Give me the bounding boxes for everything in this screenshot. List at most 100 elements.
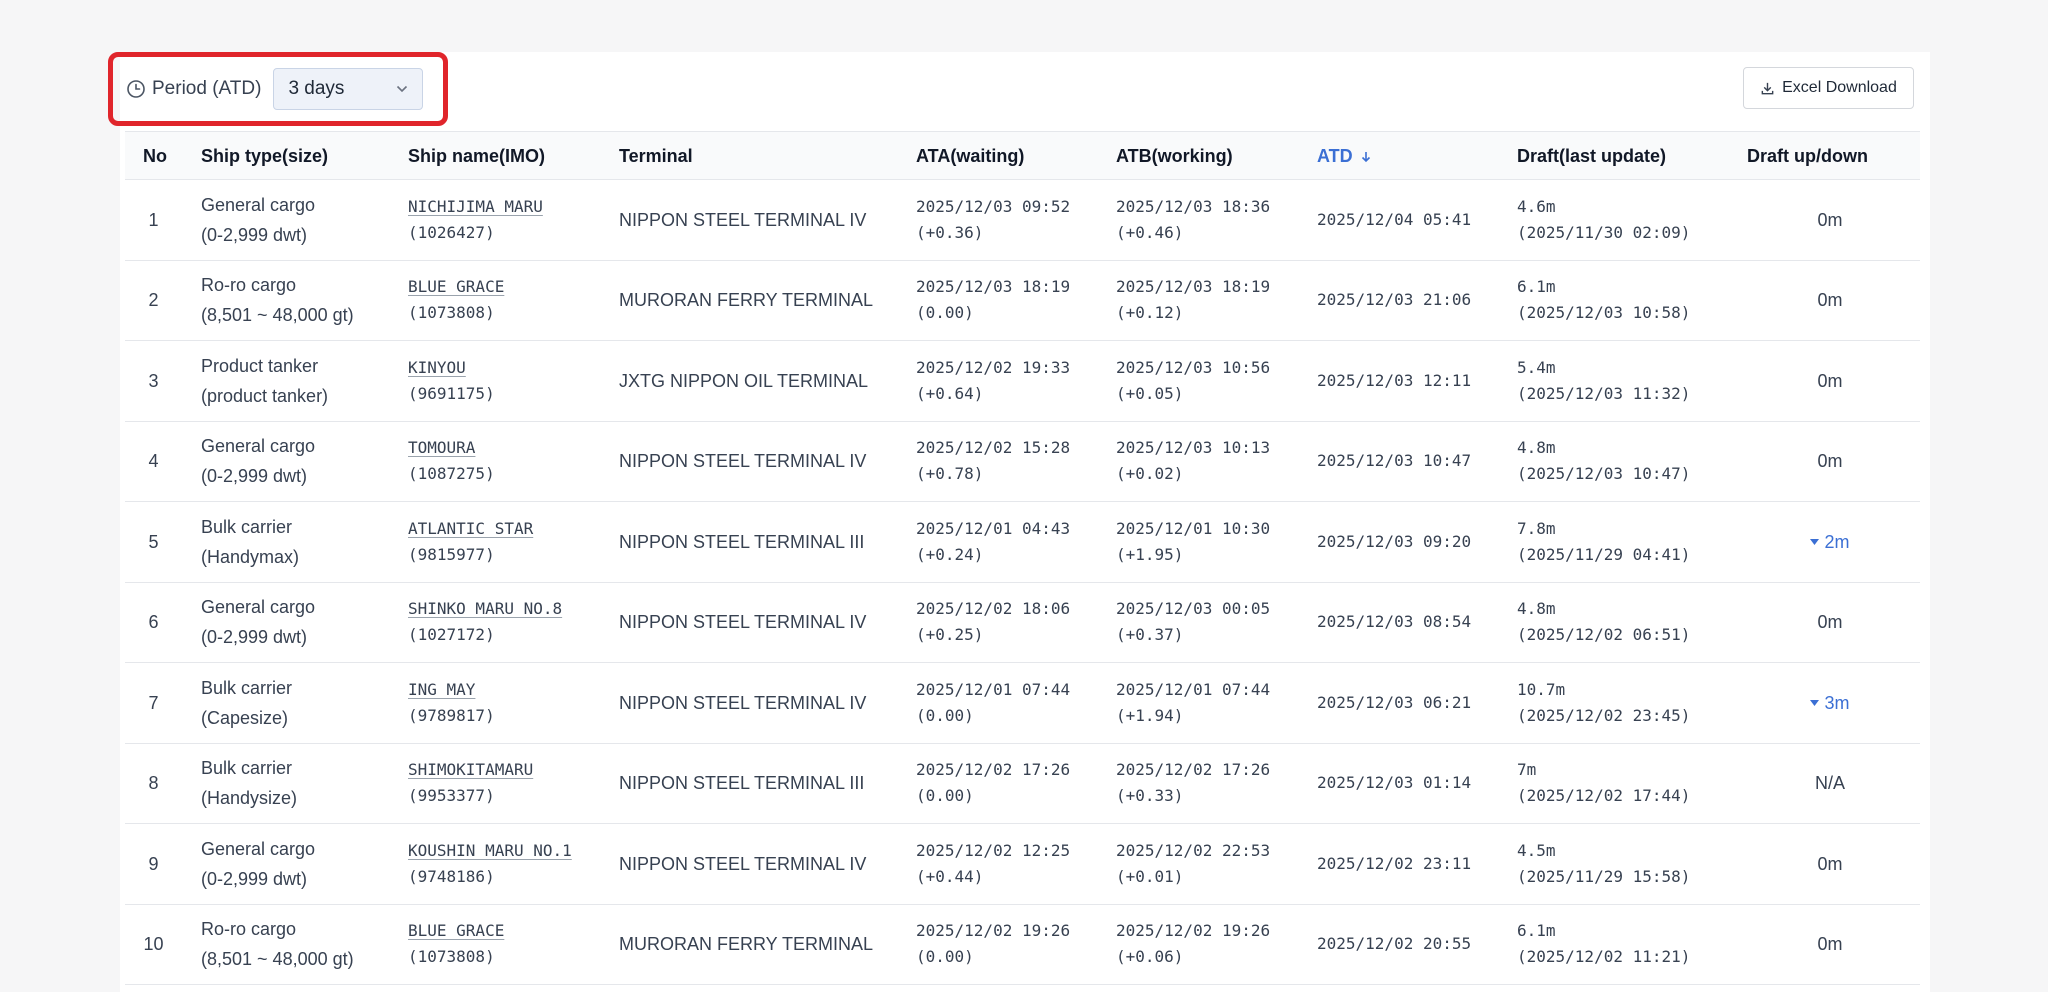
row-no: 6 — [125, 583, 182, 663]
caret-down-icon — [1810, 538, 1820, 545]
ship-name-link[interactable]: BLUE GRACE — [408, 918, 608, 944]
period-label: Period (ATD) — [152, 78, 262, 99]
ship-size: (8,501 ~ 48,000 gt) — [201, 949, 354, 970]
atb-time: 2025/12/03 18:19 — [1116, 277, 1271, 297]
ship-name-cell: KINYOU (9691175) — [408, 341, 608, 421]
draft-cell: 6.1m (2025/12/02 11:21) — [1517, 905, 1747, 985]
ship-name-link[interactable]: ING MAY — [408, 677, 608, 703]
ship-type-cell: General cargo (0-2,999 dwt) — [201, 422, 401, 502]
ship-name-link[interactable]: SHINKO MARU NO.8 — [408, 596, 608, 622]
ship-size: (Handymax) — [201, 546, 300, 567]
col-terminal: Terminal — [619, 146, 693, 166]
draft-last-update: (2025/12/02 06:51) — [1517, 625, 1691, 645]
atb-working: (+0.33) — [1116, 786, 1184, 806]
atb-cell: 2025/12/03 00:05 (+0.37) — [1116, 583, 1311, 663]
draft-last-update: (2025/11/30 02:09) — [1517, 222, 1691, 242]
ata-time: 2025/12/01 04:43 — [916, 518, 1071, 538]
draft-value: 4.6m — [1517, 196, 1556, 216]
period-select[interactable]: 3 days — [273, 68, 424, 110]
ship-name-link[interactable]: TOMOURA — [408, 435, 608, 461]
ata-waiting: (0.00) — [916, 705, 974, 725]
draft-updown-value: 0m — [1817, 451, 1843, 472]
terminal-name: NIPPON STEEL TERMINAL IV — [619, 451, 867, 472]
draft-updown-value: 0m — [1817, 370, 1843, 391]
ship-name-link[interactable]: NICHIJIMA MARU — [408, 194, 608, 220]
table-row: 7 Bulk carrier (Capesize) ING MAY (9789817) N… — [125, 663, 1920, 744]
terminal-cell: NIPPON STEEL TERMINAL IV — [619, 422, 909, 502]
atb-cell: 2025/12/03 10:56 (+0.05) — [1116, 341, 1311, 421]
ship-type-cell: Ro-ro cargo (8,501 ~ 48,000 gt) — [201, 261, 401, 341]
atb-cell: 2025/12/02 19:26 (+0.06) — [1116, 905, 1311, 985]
clock-icon — [127, 80, 145, 98]
atb-time: 2025/12/02 22:53 — [1116, 840, 1271, 860]
draft-updown-value: 2m — [1824, 531, 1850, 552]
row-number: 3 — [148, 370, 159, 391]
terminal-name: NIPPON STEEL TERMINAL III — [619, 531, 865, 552]
ata-time: 2025/12/02 17:26 — [916, 760, 1071, 780]
atb-cell: 2025/12/03 10:13 (+0.02) — [1116, 422, 1311, 502]
ship-size: (product tanker) — [201, 385, 329, 406]
ship-name-cell: ATLANTIC STAR (9815977) — [408, 502, 608, 582]
atb-working: (+0.46) — [1116, 222, 1184, 242]
ship-imo: (1073808) — [408, 947, 495, 967]
atd-cell: 2025/12/02 23:11 — [1317, 824, 1512, 904]
table-header: No Ship type(size) Ship name(IMO) Termin… — [125, 131, 1920, 180]
ship-name-link[interactable]: ATLANTIC STAR — [408, 516, 608, 542]
ata-cell: 2025/12/02 15:28 (+0.78) — [916, 422, 1111, 502]
draft-cell: 4.8m (2025/12/03 10:47) — [1517, 422, 1747, 502]
ship-type-cell: Bulk carrier (Capesize) — [201, 663, 401, 743]
row-no: 10 — [125, 905, 182, 985]
ata-waiting: (+0.25) — [916, 625, 984, 645]
atb-time: 2025/12/03 00:05 — [1116, 599, 1271, 619]
row-no: 1 — [125, 180, 182, 260]
chevron-down-icon — [397, 85, 408, 93]
row-no: 8 — [125, 744, 182, 824]
atb-cell: 2025/12/01 10:30 (+1.95) — [1116, 502, 1311, 582]
ship-name-cell: ING MAY (9789817) — [408, 663, 608, 743]
ship-name-link[interactable]: KOUSHIN MARU NO.1 — [408, 838, 608, 864]
ship-type-cell: Product tanker (product tanker) — [201, 341, 401, 421]
atb-time: 2025/12/03 10:56 — [1116, 357, 1271, 377]
draft-value: 6.1m — [1517, 277, 1556, 297]
draft-value: 6.1m — [1517, 921, 1556, 941]
ata-time: 2025/12/03 09:52 — [916, 196, 1071, 216]
terminal-name: JXTG NIPPON OIL TERMINAL — [619, 370, 869, 391]
ship-name-cell: TOMOURA (1087275) — [408, 422, 608, 502]
atd-time: 2025/12/03 06:21 — [1317, 692, 1472, 712]
col-draft-updown: Draft up/down — [1747, 146, 1868, 166]
terminal-name: NIPPON STEEL TERMINAL IV — [619, 209, 867, 230]
ship-imo: (1027172) — [408, 625, 495, 645]
ship-name-cell: SHIMOKITAMARU (9953377) — [408, 744, 608, 824]
ship-type: Ro-ro cargo — [201, 275, 297, 296]
draft-cell: 7.8m (2025/11/29 04:41) — [1517, 502, 1747, 582]
ship-name-link[interactable]: KINYOU — [408, 355, 608, 381]
atd-time: 2025/12/03 10:47 — [1317, 451, 1472, 471]
ship-name-link[interactable]: SHIMOKITAMARU — [408, 757, 608, 783]
excel-download-button[interactable]: Excel Download — [1743, 67, 1914, 109]
table-row: 3 Product tanker (product tanker) KINYOU (96… — [125, 341, 1920, 422]
terminal-cell: NIPPON STEEL TERMINAL IV — [619, 583, 909, 663]
ship-type: General cargo — [201, 436, 316, 457]
atb-cell: 2025/12/01 07:44 (+1.94) — [1116, 663, 1311, 743]
table-row: 8 Bulk carrier (Handysize) SHIMOKITAMARU (99… — [125, 744, 1920, 824]
atd-cell: 2025/12/03 06:21 — [1317, 663, 1512, 743]
row-no: 3 — [125, 341, 182, 421]
ship-type-cell: Bulk carrier (Handymax) — [201, 502, 401, 582]
draft-updown-cell: 3m — [1755, 663, 1905, 743]
ship-name-link[interactable]: BLUE GRACE — [408, 274, 608, 300]
ship-type: General cargo — [201, 194, 316, 215]
ata-waiting: (+0.44) — [916, 866, 984, 886]
terminal-cell: MURORAN FERRY TERMINAL — [619, 261, 909, 341]
terminal-cell: NIPPON STEEL TERMINAL III — [619, 744, 909, 824]
terminal-cell: MURORAN FERRY TERMINAL — [619, 905, 909, 985]
draft-updown-value: 0m — [1817, 853, 1843, 874]
ata-time: 2025/12/01 07:44 — [916, 679, 1071, 699]
ata-waiting: (+0.64) — [916, 383, 984, 403]
ship-type: Bulk carrier — [201, 516, 293, 537]
ata-cell: 2025/12/03 09:52 (+0.36) — [916, 180, 1111, 260]
atd-time: 2025/12/02 23:11 — [1317, 853, 1472, 873]
row-number: 1 — [148, 209, 159, 230]
ata-time: 2025/12/03 18:19 — [916, 277, 1071, 297]
ship-imo: (1073808) — [408, 303, 495, 323]
col-atd-sort[interactable]: ATD — [1317, 132, 1371, 181]
